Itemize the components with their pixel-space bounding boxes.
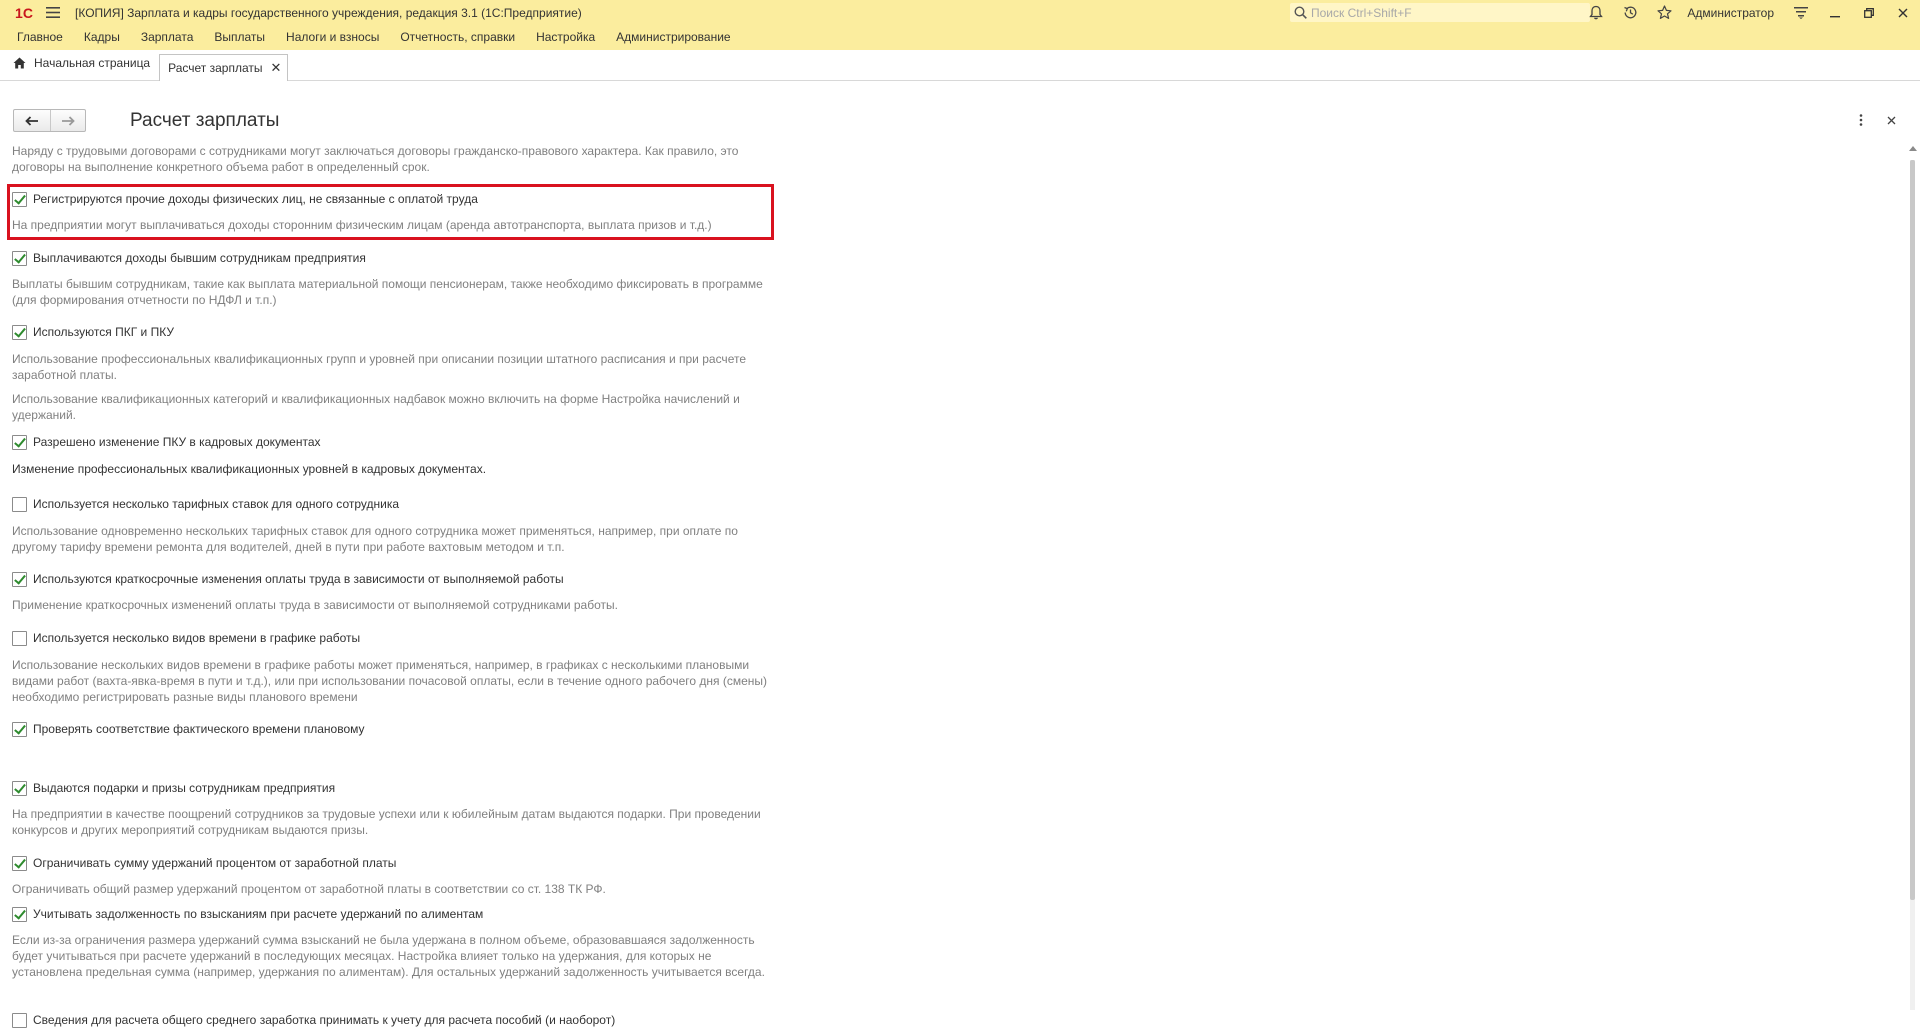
- setting-time-types[interactable]: Используется несколько видов времени в г…: [12, 629, 360, 647]
- setting-description: На предприятии в качестве поощрений сотр…: [12, 807, 761, 837]
- checkbox[interactable]: [12, 434, 27, 450]
- open-windows-tabs: Начальная страница Расчет зарплаты ✕: [0, 50, 1920, 81]
- back-arrow-icon[interactable]: [14, 110, 50, 131]
- setting-pku-change[interactable]: Разрешено изменение ПКУ в кадровых докум…: [12, 433, 321, 451]
- setting-description: На предприятии могут выплачиваться доход…: [12, 218, 712, 232]
- setting-average-earnings[interactable]: Сведения для расчета общего среднего зар…: [12, 1011, 615, 1029]
- main-menu-icon[interactable]: [41, 0, 65, 25]
- tab-salary-calculation[interactable]: Расчет зарплаты ✕: [159, 54, 289, 81]
- close-window-icon[interactable]: [1886, 0, 1920, 25]
- menu-payments[interactable]: Выплаты: [204, 25, 275, 50]
- vertical-scrollbar[interactable]: [1905, 140, 1920, 1030]
- setting-gifts-prizes[interactable]: Выдаются подарки и призы сотрудникам пре…: [12, 779, 335, 797]
- setting-label: Разрешено изменение ПКУ в кадровых докум…: [33, 435, 321, 449]
- restore-icon[interactable]: [1852, 0, 1886, 25]
- checkbox[interactable]: [12, 855, 27, 871]
- window-title: [КОПИЯ] Зарплата и кадры государственног…: [75, 5, 582, 20]
- history-icon[interactable]: [1613, 0, 1647, 25]
- search-icon: [1294, 6, 1307, 19]
- setting-check-actual-time[interactable]: Проверять соответствие фактического врем…: [12, 720, 365, 738]
- setting-label: Регистрируются прочие доходы физических …: [33, 192, 478, 206]
- setting-label: Выплачиваются доходы бывшим сотрудникам …: [33, 251, 366, 265]
- setting-label: Учитывать задолженность по взысканиям пр…: [33, 907, 484, 921]
- menu-salary[interactable]: Зарплата: [131, 25, 204, 50]
- menu-reports[interactable]: Отчетность, справки: [390, 25, 525, 50]
- setting-description: Использование нескольких видов времени в…: [12, 658, 768, 704]
- menu-main[interactable]: Главное: [7, 25, 73, 50]
- bell-icon[interactable]: [1579, 0, 1613, 25]
- setting-description: Использование профессиональных квалифика…: [12, 352, 746, 382]
- settings-menu-icon[interactable]: [1784, 0, 1818, 25]
- setting-label: Используется несколько тарифных ставок д…: [33, 497, 400, 511]
- checkbox[interactable]: [12, 906, 27, 922]
- star-icon[interactable]: [1647, 0, 1681, 25]
- setting-label: Используется несколько видов времени в г…: [33, 631, 361, 645]
- intro-description: Наряду с трудовыми договорами с сотрудни…: [12, 144, 739, 174]
- checkbox[interactable]: [12, 496, 27, 512]
- setting-description: Применение краткосрочных изменений оплат…: [12, 598, 618, 612]
- checkbox[interactable]: [12, 1012, 27, 1028]
- checkbox[interactable]: [12, 191, 27, 207]
- checkbox[interactable]: [12, 630, 27, 646]
- tab-active-label: Расчет зарплаты: [168, 61, 263, 75]
- setting-description: Если из-за ограничения размера удержаний…: [12, 933, 765, 979]
- page-title: Расчет зарплаты: [130, 110, 280, 131]
- search-input[interactable]: [1311, 5, 1571, 20]
- minimize-icon[interactable]: [1818, 0, 1852, 25]
- checkbox[interactable]: [12, 780, 27, 796]
- checkbox[interactable]: [12, 721, 27, 737]
- sections-menu: Главное Кадры Зарплата Выплаты Налоги и …: [0, 25, 1920, 50]
- setting-multiple-rates[interactable]: Используется несколько тарифных ставок д…: [12, 495, 399, 513]
- menu-personnel[interactable]: Кадры: [74, 25, 130, 50]
- setting-other-income[interactable]: Регистрируются прочие доходы физических …: [12, 190, 478, 208]
- tab-home-page[interactable]: Начальная страница: [4, 50, 159, 76]
- setting-alimony-debt[interactable]: Учитывать задолженность по взысканиям пр…: [12, 905, 483, 923]
- setting-pkg-pku[interactable]: Используются ПКГ и ПКУ: [12, 323, 174, 341]
- setting-description: Использование квалификационных категорий…: [12, 392, 740, 422]
- setting-label: Ограничивать сумму удержаний процентом о…: [33, 856, 397, 870]
- setting-description: Ограничивать общий размер удержаний проц…: [12, 882, 606, 896]
- scroll-thumb[interactable]: [1910, 160, 1915, 900]
- tab-home-label: Начальная страница: [34, 56, 151, 70]
- close-form-icon[interactable]: [1876, 111, 1906, 129]
- setting-short-term-changes[interactable]: Используются краткосрочные изменения опл…: [12, 570, 564, 588]
- scroll-up-icon[interactable]: [1909, 146, 1917, 151]
- setting-label: Используются краткосрочные изменения опл…: [33, 572, 564, 586]
- setting-label: Сведения для расчета общего среднего зар…: [33, 1013, 616, 1027]
- navigation-buttons: [13, 109, 86, 132]
- user-name[interactable]: Администратор: [1687, 6, 1774, 20]
- setting-description: Использование одновременно нескольких та…: [12, 524, 738, 554]
- forward-arrow-icon[interactable]: [49, 110, 86, 131]
- setting-label: Выдаются подарки и призы сотрудникам пре…: [33, 781, 336, 795]
- more-actions-icon[interactable]: [1846, 111, 1876, 129]
- home-icon: [13, 57, 26, 69]
- menu-taxes[interactable]: Налоги и взносы: [276, 25, 389, 50]
- settings-content: Наряду с трудовыми договорами с сотрудни…: [0, 140, 1904, 1030]
- menu-settings[interactable]: Настройка: [526, 25, 605, 50]
- global-search[interactable]: [1290, 3, 1590, 22]
- setting-label: Используются ПКГ и ПКУ: [33, 325, 174, 339]
- setting-label: Проверять соответствие фактического врем…: [33, 722, 365, 736]
- checkbox[interactable]: [12, 571, 27, 587]
- app-logo: 1С: [15, 4, 33, 21]
- checkbox[interactable]: [12, 324, 27, 340]
- setting-description: Выплаты бывшим сотрудникам, такие как вы…: [12, 277, 763, 307]
- checkbox[interactable]: [12, 250, 27, 266]
- setting-former-employees[interactable]: Выплачиваются доходы бывшим сотрудникам …: [12, 249, 366, 267]
- setting-description: Изменение профессиональных квалификацион…: [12, 462, 487, 476]
- close-tab-icon[interactable]: ✕: [271, 60, 282, 76]
- title-bar: 1С [КОПИЯ] Зарплата и кадры государствен…: [0, 0, 1920, 25]
- menu-administration[interactable]: Администрирование: [606, 25, 740, 50]
- setting-limit-deductions[interactable]: Ограничивать сумму удержаний процентом о…: [12, 854, 396, 872]
